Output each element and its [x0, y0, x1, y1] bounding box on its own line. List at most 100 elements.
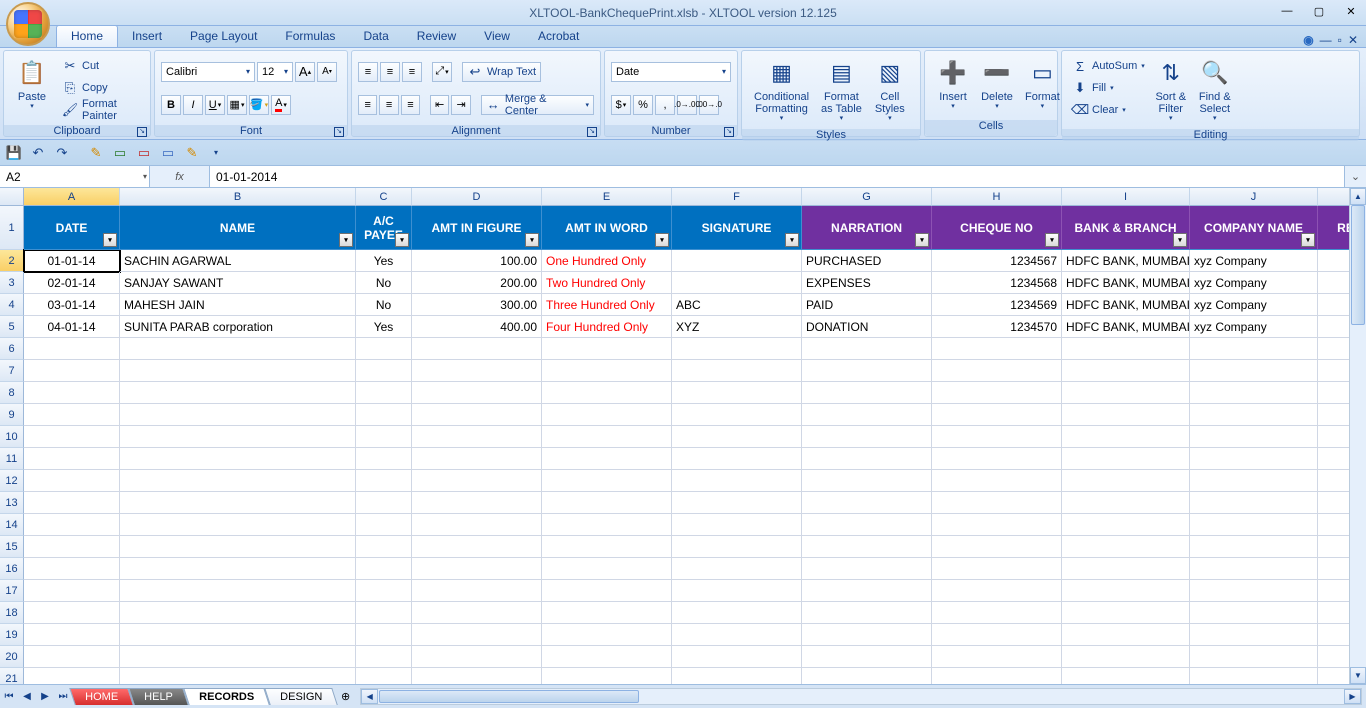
percent-button[interactable]: %	[633, 95, 653, 115]
cell[interactable]	[1062, 492, 1190, 514]
cell[interactable]	[1062, 624, 1190, 646]
cell[interactable]	[672, 646, 802, 668]
cell[interactable]	[932, 492, 1062, 514]
table-header[interactable]: AMT IN WORD▾	[542, 206, 672, 250]
cell[interactable]	[672, 514, 802, 536]
cell[interactable]	[1062, 580, 1190, 602]
cell[interactable]: Yes	[356, 250, 412, 272]
cell[interactable]	[120, 514, 356, 536]
cell[interactable]: EXPENSES	[802, 272, 932, 294]
close-workbook-button[interactable]: ✕	[1348, 33, 1358, 47]
cell[interactable]	[932, 580, 1062, 602]
cell[interactable]	[24, 338, 120, 360]
cell[interactable]	[120, 646, 356, 668]
cell[interactable]	[1190, 580, 1318, 602]
table-header[interactable]: AMT IN FIGURE▾	[412, 206, 542, 250]
cell[interactable]	[802, 668, 932, 684]
cell[interactable]	[120, 668, 356, 684]
table-header[interactable]: NARRATION▾	[802, 206, 932, 250]
cell[interactable]: HDFC BANK, MUMBAI	[1062, 272, 1190, 294]
cell[interactable]	[24, 646, 120, 668]
column-header[interactable]: J	[1190, 188, 1318, 206]
row-header[interactable]: 5	[0, 316, 24, 338]
cell[interactable]: Yes	[356, 316, 412, 338]
cell[interactable]: No	[356, 294, 412, 316]
cell[interactable]	[412, 558, 542, 580]
maximize-button[interactable]: ▢	[1308, 2, 1330, 20]
table-header[interactable]: DATE▾	[24, 206, 120, 250]
cell[interactable]	[1190, 624, 1318, 646]
cell[interactable]	[802, 602, 932, 624]
cell[interactable]: xyz Company	[1190, 272, 1318, 294]
tab-review[interactable]: Review	[403, 26, 470, 47]
row-header[interactable]: 3	[0, 272, 24, 294]
cell[interactable]	[672, 404, 802, 426]
column-header[interactable]: E	[542, 188, 672, 206]
scroll-thumb[interactable]	[1351, 205, 1365, 325]
cell[interactable]: Three Hundred Only	[542, 294, 672, 316]
align-right-button[interactable]: ≡	[401, 95, 420, 115]
sheet-tab-home[interactable]: HOME	[69, 688, 134, 705]
filter-button[interactable]: ▾	[1045, 233, 1059, 247]
cell[interactable]	[120, 426, 356, 448]
cell[interactable]	[412, 668, 542, 684]
filter-button[interactable]: ▾	[339, 233, 353, 247]
filter-button[interactable]: ▾	[785, 233, 799, 247]
cell[interactable]	[932, 404, 1062, 426]
cell[interactable]: PURCHASED	[802, 250, 932, 272]
underline-button[interactable]: U	[205, 95, 225, 115]
cell[interactable]	[672, 250, 802, 272]
align-middle-button[interactable]: ≡	[380, 62, 400, 82]
cell[interactable]: 03-01-14	[24, 294, 120, 316]
cell[interactable]	[1190, 448, 1318, 470]
delete-cells-button[interactable]: ➖Delete▾	[975, 55, 1019, 113]
qat-custom5[interactable]: ✎	[182, 143, 202, 163]
tab-view[interactable]: View	[470, 26, 524, 47]
column-header[interactable]: H	[932, 188, 1062, 206]
cell[interactable]	[24, 426, 120, 448]
cell[interactable]	[356, 580, 412, 602]
cell[interactable]	[802, 382, 932, 404]
cell[interactable]	[356, 426, 412, 448]
sheet-tab-help[interactable]: HELP	[128, 688, 188, 705]
row-header[interactable]: 4	[0, 294, 24, 316]
restore-window-button[interactable]: ▫	[1338, 33, 1342, 47]
cell[interactable]	[24, 470, 120, 492]
close-button[interactable]: ✕	[1340, 2, 1362, 20]
office-button[interactable]	[6, 2, 50, 46]
cell[interactable]	[356, 602, 412, 624]
cell[interactable]	[1062, 646, 1190, 668]
save-button[interactable]: 💾	[4, 143, 24, 163]
tab-formulas[interactable]: Formulas	[271, 26, 349, 47]
cell[interactable]	[120, 448, 356, 470]
border-button[interactable]: ▦	[227, 95, 247, 115]
row-header[interactable]: 1	[0, 206, 24, 250]
grow-font-button[interactable]: A▴	[295, 62, 315, 82]
cell[interactable]	[542, 668, 672, 684]
next-sheet-button[interactable]: ▶	[36, 687, 54, 707]
cell[interactable]	[1190, 338, 1318, 360]
cell[interactable]	[672, 624, 802, 646]
column-header[interactable]: I	[1062, 188, 1190, 206]
column-header[interactable]: G	[802, 188, 932, 206]
cell[interactable]	[542, 492, 672, 514]
undo-button[interactable]: ↶	[28, 143, 48, 163]
prev-sheet-button[interactable]: ◀	[18, 687, 36, 707]
row-header[interactable]: 9	[0, 404, 24, 426]
cell[interactable]: 04-01-14	[24, 316, 120, 338]
cell[interactable]	[356, 448, 412, 470]
cell[interactable]	[802, 492, 932, 514]
table-header[interactable]: COMPANY NAME▾	[1190, 206, 1318, 250]
cell[interactable]	[932, 536, 1062, 558]
align-center-button[interactable]: ≡	[379, 95, 398, 115]
italic-button[interactable]: I	[183, 95, 203, 115]
cell[interactable]: 1234569	[932, 294, 1062, 316]
scroll-up-button[interactable]: ▲	[1350, 188, 1366, 205]
filter-button[interactable]: ▾	[655, 233, 669, 247]
cell[interactable]	[356, 536, 412, 558]
row-header[interactable]: 10	[0, 426, 24, 448]
cell[interactable]	[412, 448, 542, 470]
font-launcher[interactable]: ↘	[334, 127, 344, 137]
row-header[interactable]: 7	[0, 360, 24, 382]
redo-button[interactable]: ↷	[52, 143, 72, 163]
